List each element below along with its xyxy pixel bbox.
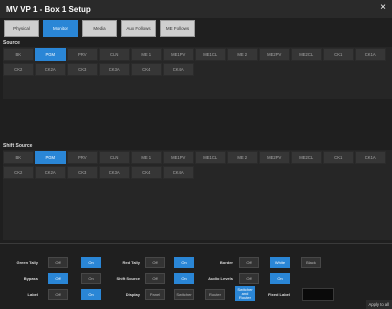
- label-on-button[interactable]: On: [81, 289, 101, 300]
- fixed-label-label: Fixed Label: [267, 292, 290, 297]
- shift-source-ck3a-button[interactable]: CK3A: [99, 165, 130, 179]
- border-white-button[interactable]: White: [270, 257, 290, 268]
- bypass-label: Bypass: [23, 276, 38, 281]
- apply-to-all-button[interactable]: Apply to all: [365, 300, 392, 309]
- label-toggle-label: Label: [27, 292, 38, 297]
- fixed-label-swatch[interactable]: [302, 288, 334, 301]
- source-me1cl-button[interactable]: ME1CL: [195, 48, 226, 61]
- source-me2pv-button[interactable]: ME2PV: [259, 48, 290, 61]
- display-label: Display: [125, 292, 140, 297]
- audio-levels-on-button[interactable]: On: [270, 273, 290, 284]
- controls-row-1: Green Tally Off On Red Tally Off On Bord…: [0, 257, 392, 268]
- window-title: MV VP 1 - Box 1 Setup: [6, 4, 91, 14]
- source-ck3a-button[interactable]: CK3A: [99, 62, 130, 76]
- shift-source-ck1a-button[interactable]: CK1A: [355, 151, 386, 164]
- source-cln-button[interactable]: CLN: [99, 48, 130, 61]
- source-section-label: Source: [3, 40, 20, 46]
- bypass-off-button[interactable]: Off: [48, 273, 68, 284]
- display-switcher-button[interactable]: Switcher: [174, 289, 194, 300]
- shift-source-section-label: Shift Source: [3, 143, 33, 149]
- green-tally-on-button[interactable]: On: [81, 257, 101, 268]
- tab-me-follows[interactable]: ME Follows: [160, 20, 195, 37]
- title-bar: MV VP 1 - Box 1 Setup ×: [0, 0, 392, 18]
- red-tally-off-button[interactable]: Off: [145, 257, 165, 268]
- source-me-1-button[interactable]: ME 1: [131, 48, 162, 61]
- shift-source-off-button[interactable]: Off: [145, 273, 165, 284]
- green-tally-off-button[interactable]: Off: [48, 257, 68, 268]
- shift-source-pgm-button[interactable]: PGM: [35, 151, 66, 164]
- source-me1pv-button[interactable]: ME1PV: [163, 48, 194, 61]
- red-tally-on-button[interactable]: On: [174, 257, 194, 268]
- shift-source-toggle-label: Shift Source: [116, 276, 140, 281]
- shift-source-prv-button[interactable]: PRV: [67, 151, 98, 164]
- label-off-button[interactable]: Off: [48, 289, 68, 300]
- shift-source-ck2-button[interactable]: CK2: [3, 165, 34, 179]
- shift-source-me2cl-button[interactable]: ME2CL: [291, 151, 322, 164]
- shift-source-me-1-button[interactable]: ME 1: [131, 151, 162, 164]
- controls-row-3: Label Off On Display Panel Switcher Rout…: [0, 286, 392, 301]
- tab-media[interactable]: Media: [82, 20, 117, 37]
- source-ck1-button[interactable]: CK1: [323, 48, 354, 61]
- shift-source-ck4-button[interactable]: CK4: [131, 165, 162, 179]
- shift-source-ck2a-button[interactable]: CK2A: [35, 165, 66, 179]
- shift-source-ck4a-button[interactable]: CK4A: [163, 165, 194, 179]
- display-router-button[interactable]: Router: [205, 289, 225, 300]
- red-tally-label: Red Tally: [122, 260, 141, 265]
- tab-monitor[interactable]: Monitor: [43, 20, 78, 37]
- shift-source-me1pv-button[interactable]: ME1PV: [163, 151, 194, 164]
- divider: [0, 243, 392, 244]
- source-ck4-button[interactable]: CK4: [131, 62, 162, 76]
- shift-source-me-2-button[interactable]: ME 2: [227, 151, 258, 164]
- shift-source-bk-button[interactable]: BK: [3, 151, 34, 164]
- source-me2cl-button[interactable]: ME2CL: [291, 48, 322, 61]
- controls-row-2: Bypass Off On Shift Source Off On Audio …: [0, 273, 392, 284]
- source-me-2-button[interactable]: ME 2: [227, 48, 258, 61]
- source-ck2-button[interactable]: CK2: [3, 62, 34, 76]
- bypass-on-button[interactable]: On: [81, 273, 101, 284]
- shift-source-me2pv-button[interactable]: ME2PV: [259, 151, 290, 164]
- audio-levels-label: Audio Levels: [208, 276, 233, 281]
- shift-source-ck1-button[interactable]: CK1: [323, 151, 354, 164]
- audio-levels-off-button[interactable]: Off: [239, 273, 259, 284]
- tab-physical[interactable]: Physical: [4, 20, 39, 37]
- display-panel-button[interactable]: Panel: [145, 289, 165, 300]
- source-pgm-button[interactable]: PGM: [35, 48, 66, 61]
- border-black-button[interactable]: Black: [301, 257, 321, 268]
- source-ck3-button[interactable]: CK3: [67, 62, 98, 76]
- source-ck2a-button[interactable]: CK2A: [35, 62, 66, 76]
- shift-source-cln-button[interactable]: CLN: [99, 151, 130, 164]
- tab-aux-follows[interactable]: Aux Follows: [121, 20, 156, 37]
- close-icon[interactable]: ×: [380, 3, 386, 13]
- source-bk-button[interactable]: BK: [3, 48, 34, 61]
- shift-source-on-button[interactable]: On: [174, 273, 194, 284]
- shift-source-ck3-button[interactable]: CK3: [67, 165, 98, 179]
- border-off-button[interactable]: Off: [239, 257, 259, 268]
- green-tally-label: Green Tally: [16, 260, 39, 265]
- border-label: Border: [219, 260, 233, 265]
- tab-bar: Physical Monitor Media Aux Follows ME Fo…: [4, 20, 195, 37]
- source-prv-button[interactable]: PRV: [67, 48, 98, 61]
- shift-source-grid: BK PGM PRV CLN ME 1 ME1PV ME1CL ME 2 ME2PV ME2CL C…: [3, 151, 386, 179]
- source-ck4a-button[interactable]: CK4A: [163, 62, 194, 76]
- source-grid: BK PGM PRV CLN ME 1 ME1PV ME1CL ME 2 ME2PV ME2CL C…: [3, 48, 386, 76]
- source-ck1a-button[interactable]: CK1A: [355, 48, 386, 61]
- shift-source-me1cl-button[interactable]: ME1CL: [195, 151, 226, 164]
